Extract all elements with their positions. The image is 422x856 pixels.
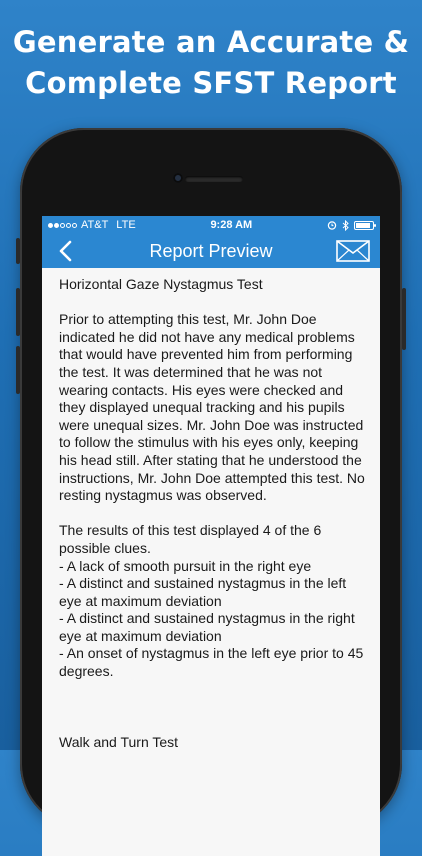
envelope-icon bbox=[336, 240, 370, 262]
signal-icon bbox=[48, 222, 77, 228]
volume-up-button bbox=[16, 288, 20, 336]
nav-bar: Report Preview bbox=[42, 234, 380, 268]
headline: Generate an Accurate & Complete SFST Rep… bbox=[0, 22, 422, 104]
alarm-icon bbox=[327, 221, 337, 230]
hgn-paragraph: Prior to attempting this test, Mr. John … bbox=[59, 311, 365, 504]
clue-item: - A lack of smooth pursuit in the right … bbox=[59, 557, 312, 574]
results-intro: The results of this test displayed 4 of … bbox=[59, 522, 322, 556]
section-title-hgn: Horizontal Gaze Nystagmus Test bbox=[59, 276, 263, 292]
power-button bbox=[402, 288, 406, 350]
email-button[interactable] bbox=[336, 240, 370, 262]
phone-screen: AT&T LTE 9:28 AM Report Preview Horizont… bbox=[42, 216, 380, 856]
battery-level bbox=[356, 222, 370, 228]
bluetooth-icon bbox=[342, 219, 349, 231]
phone-frame: AT&T LTE 9:28 AM Report Preview Horizont… bbox=[16, 128, 406, 856]
back-button[interactable] bbox=[52, 238, 78, 264]
volume-down-button bbox=[16, 346, 20, 394]
status-bar: AT&T LTE 9:28 AM bbox=[42, 216, 380, 234]
mute-switch bbox=[16, 238, 20, 264]
carrier-label: AT&T bbox=[81, 219, 109, 231]
section-title-walk-and-turn: Walk and Turn Test bbox=[59, 733, 179, 750]
chevron-left-icon bbox=[59, 240, 72, 262]
earpiece-speaker bbox=[185, 176, 243, 182]
headline-line-1: Generate an Accurate & bbox=[12, 25, 410, 59]
clue-item: - An onset of nystagmus in the left eye … bbox=[59, 645, 364, 680]
status-left: AT&T LTE bbox=[48, 219, 136, 231]
report-body: Horizontal Gaze Nystagmus Test Prior to … bbox=[42, 268, 369, 751]
clue-item: - A distinct and sustained nystagmus in … bbox=[59, 610, 355, 644]
battery-icon bbox=[354, 220, 376, 230]
clue-item: - A distinct and sustained nystagmus in … bbox=[59, 575, 347, 609]
headline-line-2: Complete SFST Report bbox=[25, 66, 397, 100]
network-label: LTE bbox=[116, 219, 136, 231]
status-time: 9:28 AM bbox=[210, 219, 253, 231]
status-right bbox=[327, 219, 376, 231]
front-camera bbox=[173, 173, 183, 183]
nav-title: Report Preview bbox=[149, 240, 273, 261]
